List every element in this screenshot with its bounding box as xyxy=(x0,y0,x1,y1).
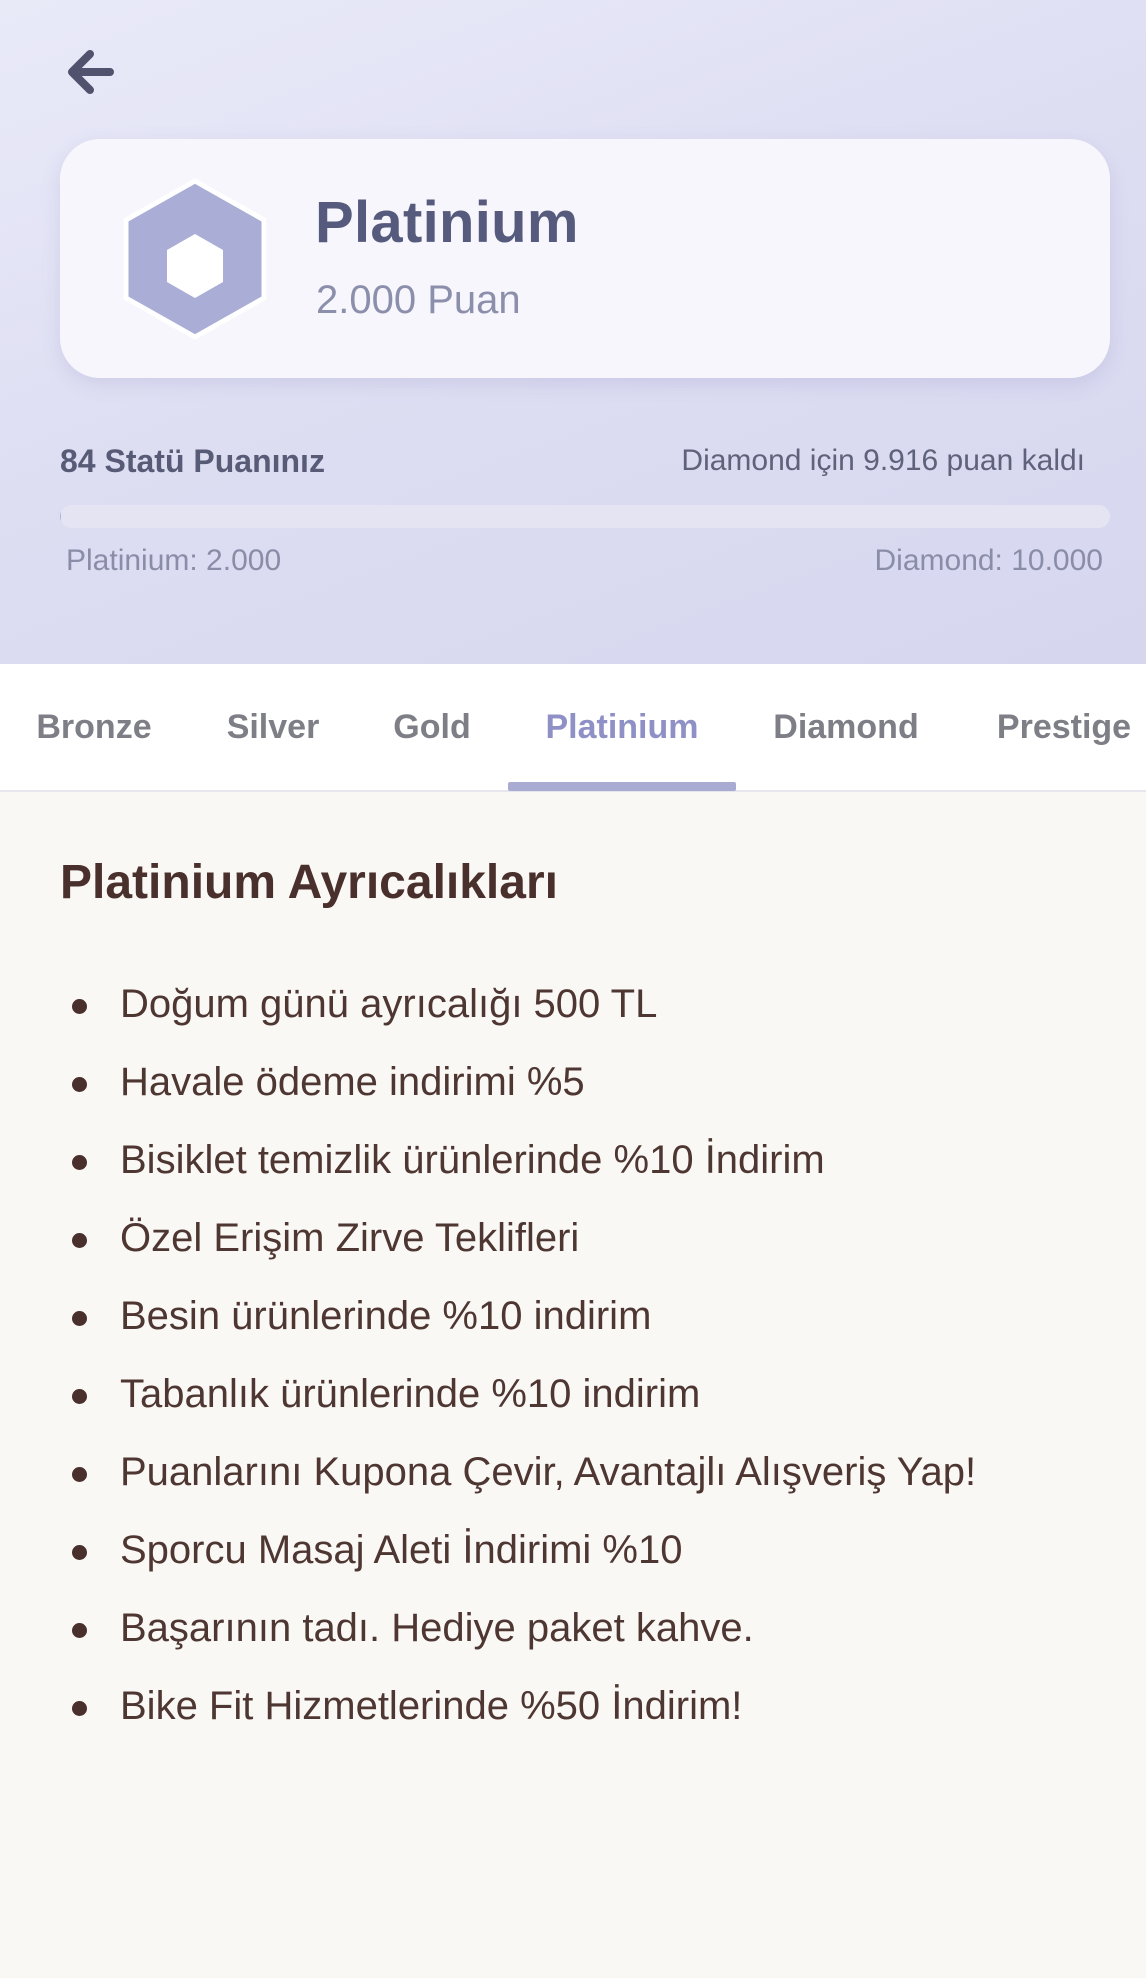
benefit-text: Sporcu Masaj Aleti İndirimi %10 xyxy=(120,1528,683,1572)
tier-points: 2.000 Puan xyxy=(316,278,521,322)
tier-card: Platinium 2.000 Puan xyxy=(60,139,1110,378)
benefit-text: Tabanlık ürünlerinde %10 indirim xyxy=(120,1372,701,1416)
list-item: Besin ürünlerinde %10 indirim xyxy=(0,1280,1146,1358)
tab-bronze[interactable]: Bronze xyxy=(24,664,164,790)
status-progress-fill xyxy=(60,505,62,528)
list-item: Bisiklet temizlik ürünlerinde %10 İndiri… xyxy=(0,1124,1146,1202)
benefit-text: Bike Fit Hizmetlerinde %50 İndirim! xyxy=(120,1684,743,1728)
back-button[interactable] xyxy=(56,38,124,106)
benefit-text: Puanlarını Kupona Çevir, Avantajlı Alışv… xyxy=(120,1450,977,1494)
tab-prestige[interactable]: Prestige xyxy=(984,664,1144,790)
list-item: Özel Erişim Zirve Teklifleri xyxy=(0,1202,1146,1280)
bullet-icon xyxy=(72,1311,87,1326)
bullet-icon xyxy=(72,1233,87,1248)
tab-gold[interactable]: Gold xyxy=(382,664,482,790)
benefits-title: Platinium Ayrıcalıkları xyxy=(60,856,558,909)
progress-range-max: Diamond: 10.000 xyxy=(874,544,1104,577)
bullet-icon xyxy=(72,1077,87,1092)
bullet-icon xyxy=(72,1467,87,1482)
benefit-text: Havale ödeme indirimi %5 xyxy=(120,1060,585,1104)
tab-diamond[interactable]: Diamond xyxy=(764,664,928,790)
status-progress-bar xyxy=(60,505,1110,528)
bullet-icon xyxy=(72,1623,87,1638)
tab-platinium[interactable]: Platinium xyxy=(508,664,736,790)
tier-name: Platinium xyxy=(315,190,579,255)
tab-silver[interactable]: Silver xyxy=(212,664,334,790)
tier-tabs: Bronze Silver Gold Platinium Diamond Pre… xyxy=(0,664,1146,792)
benefits-list: Doğum günü ayrıcalığı 500 TL Havale ödem… xyxy=(0,968,1146,1748)
benefit-text: Besin ürünlerinde %10 indirim xyxy=(120,1294,652,1338)
list-item: Puanlarını Kupona Çevir, Avantajlı Alışv… xyxy=(0,1436,1146,1514)
hexagon-badge-icon xyxy=(123,178,267,340)
arrow-left-icon xyxy=(68,50,114,94)
benefit-text: Başarının tadı. Hediye paket kahve. xyxy=(120,1606,754,1650)
bullet-icon xyxy=(72,1155,87,1170)
active-tab-indicator xyxy=(508,782,736,791)
list-item: Başarının tadı. Hediye paket kahve. xyxy=(0,1592,1146,1670)
list-item: Tabanlık ürünlerinde %10 indirim xyxy=(0,1358,1146,1436)
benefit-text: Özel Erişim Zirve Teklifleri xyxy=(120,1216,580,1260)
bullet-icon xyxy=(72,1701,87,1716)
header: Platinium 2.000 Puan 84 Statü Puanınız D… xyxy=(0,0,1146,664)
progress-range-min: Platinium: 2.000 xyxy=(66,544,282,577)
bullet-icon xyxy=(72,999,87,1014)
bullet-icon xyxy=(72,1545,87,1560)
status-points-label: 84 Statü Puanınız xyxy=(60,443,325,479)
bullet-icon xyxy=(72,1389,87,1404)
points-remaining-text: Diamond için 9.916 puan kaldı xyxy=(681,444,1085,477)
list-item: Sporcu Masaj Aleti İndirimi %10 xyxy=(0,1514,1146,1592)
benefit-text: Bisiklet temizlik ürünlerinde %10 İndiri… xyxy=(120,1138,825,1182)
list-item: Bike Fit Hizmetlerinde %50 İndirim! xyxy=(0,1670,1146,1748)
list-item: Doğum günü ayrıcalığı 500 TL xyxy=(0,968,1146,1046)
list-item: Havale ödeme indirimi %5 xyxy=(0,1046,1146,1124)
benefit-text: Doğum günü ayrıcalığı 500 TL xyxy=(120,982,658,1026)
